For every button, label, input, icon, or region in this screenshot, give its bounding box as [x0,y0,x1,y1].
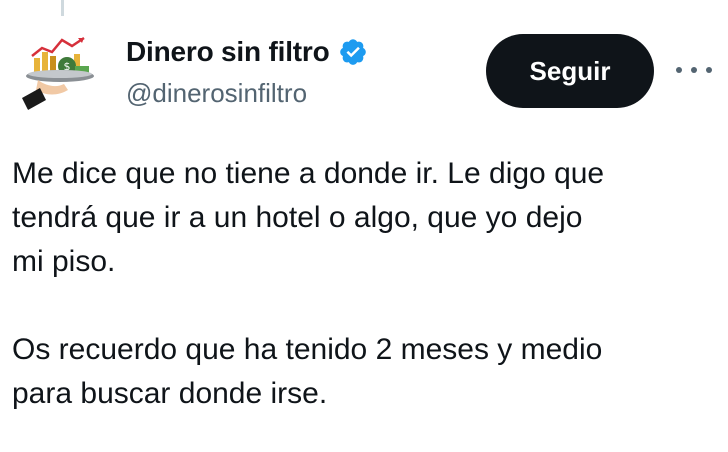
avatar[interactable]: $ [12,26,108,122]
tweet-text: Me dice que no tiene a donde ir. Le digo… [12,152,712,416]
money-tray-chart-icon: $ [22,36,94,110]
dot [676,67,682,73]
more-options-icon[interactable] [676,60,712,80]
dot [706,67,712,73]
tweet-paragraph-1: Me dice que no tiene a donde ir. Le digo… [12,157,605,278]
thread-connector-line [61,0,64,16]
verified-badge-icon [339,39,366,65]
author-name-row: Dinero sin filtro [126,36,368,68]
dot [691,67,697,73]
follow-button[interactable]: Seguir [486,34,654,108]
tweet-paragraph-2: Os recuerdo que ha tenido 2 meses y medi… [12,333,603,410]
author-display-name[interactable]: Dinero sin filtro [126,36,330,68]
author-handle[interactable]: @dinerosinfiltro [126,78,307,109]
